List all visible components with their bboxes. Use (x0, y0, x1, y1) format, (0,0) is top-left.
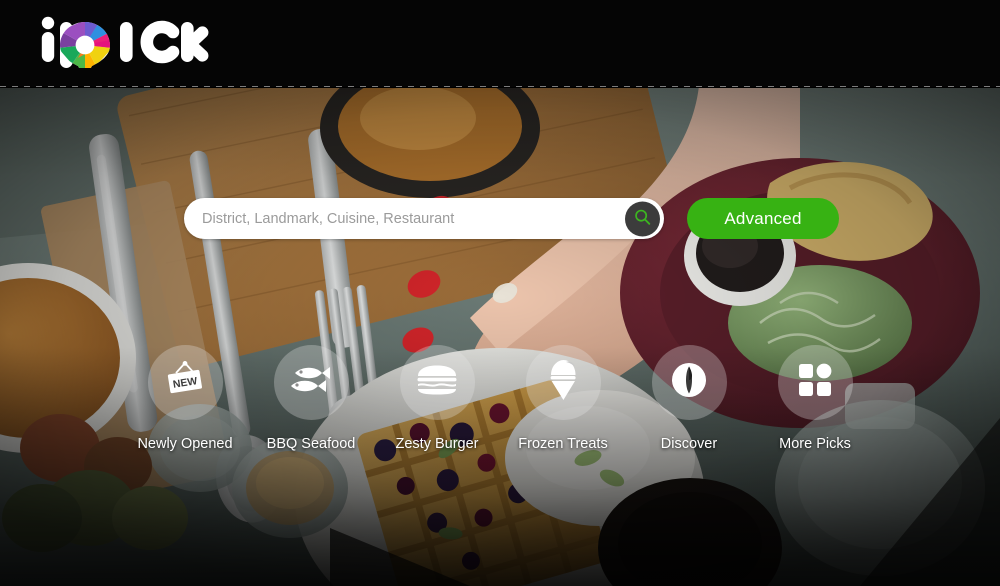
search-bar: Advanced (184, 198, 839, 239)
app-root: Advanced NEW Newly Opened (0, 0, 1000, 586)
ice-cream-cone-icon (548, 359, 578, 406)
brand-logo[interactable] (40, 14, 210, 68)
search-input[interactable] (184, 198, 664, 239)
grid-icon (798, 363, 832, 402)
category-more-picks[interactable]: More Picks (752, 345, 878, 452)
category-label: Discover (660, 436, 718, 452)
category-newly-opened[interactable]: NEW Newly Opened (122, 345, 248, 452)
category-label: BBQ Seafood (266, 436, 356, 452)
category-icon-circle[interactable] (777, 345, 853, 420)
burger-icon (416, 365, 458, 400)
search-field[interactable] (184, 198, 664, 239)
category-row: NEW Newly Opened BBQ Seafood Zesty Burge… (0, 345, 1000, 452)
advanced-button[interactable]: Advanced (687, 198, 839, 239)
category-label: More Picks (779, 436, 851, 452)
category-label: Zesty Burger (395, 436, 479, 452)
category-icon-circle[interactable] (525, 345, 601, 420)
category-icon-circle[interactable]: NEW (147, 345, 223, 420)
search-icon (634, 209, 651, 229)
category-label: Frozen Treats (518, 436, 608, 452)
fish-icon (289, 363, 333, 402)
site-header (0, 0, 1000, 87)
category-icon-circle[interactable] (651, 345, 727, 420)
category-label: Newly Opened (137, 436, 233, 452)
category-icon-circle[interactable] (399, 345, 475, 420)
category-zesty-burger[interactable]: Zesty Burger (374, 345, 500, 452)
category-bbq-seafood[interactable]: BBQ Seafood (248, 345, 374, 452)
hero-banner (0, 88, 1000, 586)
category-icon-circle[interactable] (273, 345, 349, 420)
category-discover[interactable]: Discover (626, 345, 752, 452)
hero-background-image (0, 88, 1000, 586)
category-frozen-treats[interactable]: Frozen Treats (500, 345, 626, 452)
search-button[interactable] (625, 201, 660, 236)
header-divider (0, 86, 1000, 87)
compass-icon (670, 361, 708, 404)
new-sign-icon: NEW (164, 360, 206, 405)
